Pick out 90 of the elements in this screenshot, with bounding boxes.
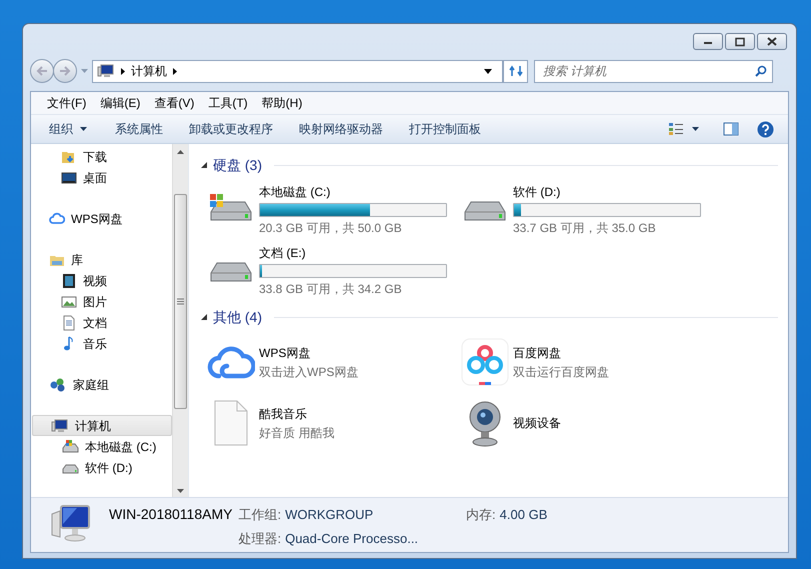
detail-label: 处理器: xyxy=(238,530,282,548)
homegroup-icon xyxy=(49,376,67,392)
nav-pane-item[interactable]: 文档 xyxy=(31,312,172,333)
close-icon xyxy=(766,36,778,46)
scroll-down-icon[interactable] xyxy=(177,489,184,493)
menu-item[interactable]: 工具(T) xyxy=(202,92,254,114)
help-icon xyxy=(757,120,774,138)
capacity-text: 33.8 GB 可用，共 34.2 GB xyxy=(259,281,403,298)
document-icon xyxy=(61,314,77,330)
item-description: 好音质 用酷我 xyxy=(259,424,334,442)
cloud-app-icon xyxy=(461,338,509,386)
item-description: 双击运行百度网盘 xyxy=(513,364,609,380)
left-arrow-icon xyxy=(36,66,48,76)
item-name: 视频设备 xyxy=(513,415,561,432)
detail-value: Quad-Core Processo... xyxy=(285,530,418,548)
scrollbar[interactable] xyxy=(172,144,188,497)
toolbar-button[interactable]: 映射网络驱动器 xyxy=(289,118,393,140)
computer-name: WIN-20180118AMY xyxy=(109,505,232,524)
refresh-icon xyxy=(508,65,522,77)
detail-label: 工作组: xyxy=(238,506,282,524)
item-name: WPS网盘 xyxy=(259,344,312,362)
capacity-text: 20.3 GB 可用，共 50.0 GB xyxy=(259,220,403,237)
detail-label: 内存: xyxy=(466,506,496,524)
nav-pane-item[interactable]: 库 xyxy=(31,249,172,270)
nav-pane-item[interactable]: 家庭组 xyxy=(31,374,172,395)
nav-pane-item[interactable]: 图片 xyxy=(31,291,172,312)
breadcrumb-arrow-icon[interactable] xyxy=(173,68,177,74)
dropdown-caret-icon[interactable] xyxy=(484,68,492,74)
collapse-triangle-icon[interactable] xyxy=(201,162,207,168)
maximize-icon xyxy=(734,36,746,46)
item-name: 本地磁盘 (C:) xyxy=(259,184,332,201)
search-icon xyxy=(755,64,767,76)
nav-pane-item[interactable]: 视频 xyxy=(31,270,172,291)
nav-pane-item[interactable]: 桌面 xyxy=(31,167,172,188)
view-list-icon xyxy=(668,122,684,136)
menu-item[interactable]: 帮助(H) xyxy=(256,92,308,114)
nav-pane-item[interactable]: 本地磁盘 (C:) xyxy=(31,436,172,457)
drive-tile[interactable]: 软件 (D:) 33.7 GB 可用，共 35.0 GB xyxy=(461,181,711,239)
refresh-button[interactable] xyxy=(503,60,528,82)
close-button[interactable] xyxy=(757,33,787,50)
menu-item[interactable]: 编辑(E) xyxy=(94,92,146,114)
item-tile[interactable]: 视频设备 xyxy=(461,394,711,452)
nav-pane-item[interactable]: 下载 xyxy=(31,146,172,167)
caret-icon xyxy=(692,127,699,131)
scroll-thumb[interactable] xyxy=(174,194,187,409)
preview-pane-icon xyxy=(723,122,739,136)
computer-icon xyxy=(49,504,93,544)
item-description: 双击进入WPS网盘 xyxy=(259,364,358,380)
breadcrumb-item[interactable]: 计算机 xyxy=(131,62,167,80)
breadcrumb-arrow-icon[interactable] xyxy=(121,68,125,74)
address-bar[interactable]: 计算机 xyxy=(92,60,503,82)
film-icon xyxy=(61,272,77,288)
collapse-triangle-icon[interactable] xyxy=(201,314,207,320)
nav-pane-item[interactable]: 计算机 xyxy=(32,415,172,436)
minimize-button[interactable] xyxy=(693,33,723,50)
menu-item[interactable]: 查看(V) xyxy=(148,92,200,114)
item-tile[interactable]: 百度网盘 双击运行百度网盘 xyxy=(461,333,711,391)
detail-value: 4.00 GB xyxy=(500,506,548,524)
group-header[interactable]: 硬盘 (3) xyxy=(213,154,262,176)
toolbar-button[interactable]: 打开控制面板 xyxy=(399,118,491,140)
capacity-text: 33.7 GB 可用，共 35.0 GB xyxy=(513,220,657,237)
toolbar-button[interactable]: 卸载或更改程序 xyxy=(179,118,283,140)
search-field[interactable]: 搜索 计算机 xyxy=(534,60,773,82)
toolbar-button[interactable]: 组织 xyxy=(39,118,97,140)
item-name: 文档 (E:) xyxy=(259,245,307,262)
item-tile[interactable]: WPS网盘 双击进入WPS网盘 xyxy=(207,333,461,391)
drive-tile[interactable]: 文档 (E:) 33.8 GB 可用，共 34.2 GB xyxy=(207,242,461,300)
cloud-icon xyxy=(49,210,65,226)
item-name: 酷我音乐 xyxy=(259,406,308,422)
picture-icon xyxy=(61,294,77,310)
item-tile[interactable]: 酷我音乐 好音质 用酷我 xyxy=(207,394,461,452)
right-arrow-icon xyxy=(59,66,71,76)
desktop-icon xyxy=(61,170,77,186)
toolbar-button[interactable]: 系统属性 xyxy=(105,118,173,140)
scroll-up-icon[interactable] xyxy=(177,150,184,154)
detail-value: WORKGROUP xyxy=(285,506,374,524)
grip-icon xyxy=(177,298,184,305)
nav-pane-item[interactable]: WPS网盘 xyxy=(31,208,172,229)
computer-icon xyxy=(97,63,115,79)
drive-tile[interactable]: 本地磁盘 (C:) 20.3 GB 可用，共 50.0 GB xyxy=(207,181,461,239)
item-name: 百度网盘 xyxy=(513,344,562,362)
group-header[interactable]: 其他 (4) xyxy=(213,306,262,328)
menu-item[interactable]: 文件(F) xyxy=(41,92,92,114)
nav-pane-item[interactable]: 软件 (D:) xyxy=(31,457,172,478)
nav-pane-item[interactable]: 音乐 xyxy=(31,333,172,354)
caret-icon xyxy=(80,127,87,131)
drive-icon xyxy=(61,438,79,454)
computer-icon xyxy=(51,418,69,434)
maximize-button[interactable] xyxy=(725,33,755,50)
item-name: 软件 (D:) xyxy=(513,184,562,201)
